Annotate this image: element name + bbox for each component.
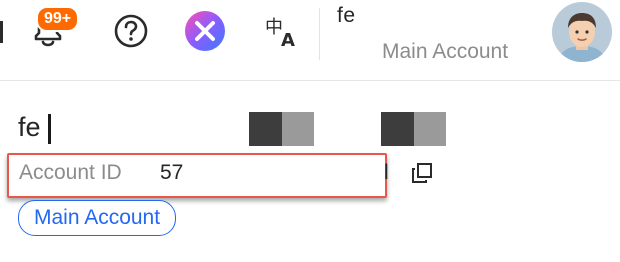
redaction-block bbox=[249, 112, 282, 146]
x-app-button[interactable] bbox=[184, 10, 226, 52]
x-logo-icon bbox=[185, 11, 225, 51]
redaction-block bbox=[381, 112, 414, 146]
header-account-type[interactable]: Main Account bbox=[382, 40, 508, 64]
help-button[interactable] bbox=[112, 12, 150, 50]
header-left-edge bbox=[0, 21, 3, 43]
copy-icon bbox=[412, 163, 432, 183]
notifications-badge: 99+ bbox=[36, 6, 80, 32]
text-cursor bbox=[48, 114, 51, 144]
account-id-value-tail: l bbox=[384, 161, 389, 184]
help-circle-icon bbox=[114, 14, 148, 48]
copy-account-id-button[interactable] bbox=[411, 162, 433, 184]
account-id-label: Account ID bbox=[19, 161, 122, 184]
account-type-tag: Main Account bbox=[18, 200, 177, 236]
redaction-block bbox=[282, 112, 314, 146]
user-avatar-icon bbox=[552, 2, 612, 62]
avatar[interactable] bbox=[552, 2, 612, 62]
account-id-value: 57 bbox=[160, 161, 184, 184]
header-divider bbox=[319, 8, 320, 60]
language-button[interactable]: 中 A bbox=[262, 12, 302, 50]
header-account-name[interactable]: fe bbox=[337, 4, 356, 28]
top-header-bar: 99+ 中 A fe Main Account bbox=[0, 0, 620, 81]
language-switch-icon: 中 A bbox=[265, 17, 295, 49]
redaction-block bbox=[414, 112, 446, 146]
svg-text:A: A bbox=[281, 30, 295, 49]
panel-account-name: fe bbox=[18, 112, 41, 142]
